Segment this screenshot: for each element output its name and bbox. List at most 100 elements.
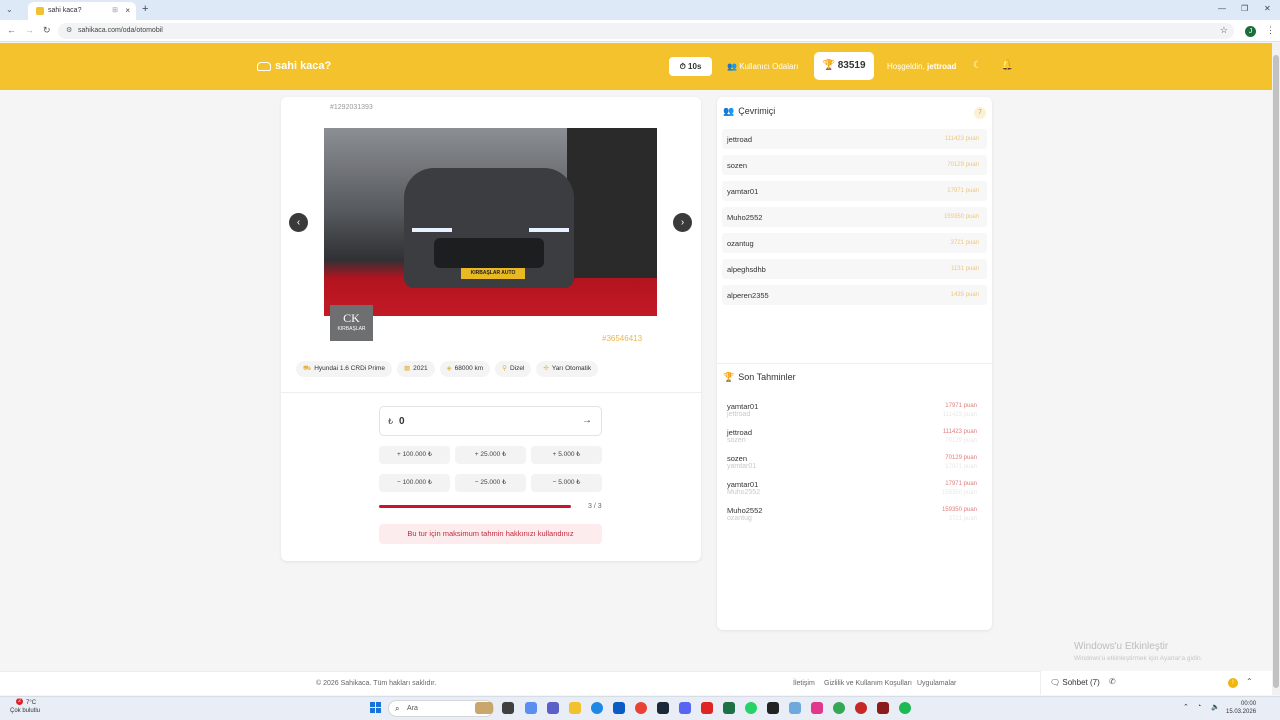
online-user-row[interactable]: ozantug 3721 puan [722,233,987,253]
browser-menu-icon[interactable]: ⋮ [1266,25,1275,36]
welcome-username[interactable]: jettroad [927,62,956,71]
back-button[interactable]: ← [7,25,16,35]
page-scrollbar[interactable] [1272,43,1280,695]
taskbar-app-spotify[interactable] [899,702,911,714]
listing-id: #1292031393 [330,104,373,111]
profile-avatar[interactable]: J [1245,26,1256,37]
new-tab-button[interactable]: + [142,3,148,15]
recent-guess-row: sozen 70129 puan yamtar01 17971 puan [722,450,987,470]
taskbar-app-widget[interactable] [475,702,493,714]
bookmark-star-icon[interactable]: ☆ [1220,25,1228,36]
weather-desc: Çok bulutlu [10,708,41,714]
phone-icon[interactable]: ✆ [1109,677,1116,686]
url-text: sahikaca.com/oda/otomobil [78,27,163,34]
next-photo-button[interactable]: › [673,213,692,232]
photo-plate: KIRBAŞLAR AUTO [461,268,525,279]
price-guess-input[interactable]: ₺ 0 → [379,406,602,436]
tray-volume-icon[interactable]: 🔈 [1211,703,1220,711]
taskbar-clock[interactable]: 00:00 15.03.2026 [1226,700,1256,716]
site-info-icon[interactable]: ⚙ [66,26,72,34]
tab-search-icon[interactable]: ⌄ [6,5,13,14]
online-user-row[interactable]: alperen2355 1435 puan [722,285,987,305]
taskbar-app-browser[interactable] [855,702,867,714]
online-user-row[interactable]: alpeghsdhb 1131 puan [722,259,987,279]
guess-username: Muho2552 [727,506,763,515]
taskbar-app-explorer[interactable] [569,702,581,714]
privacy-terms-link[interactable]: Gizlilik ve Kullanım Koşulları [824,680,912,687]
taskbar-app-teams[interactable] [547,702,559,714]
subtract-100000-button[interactable]: − 100.000 ₺ [379,474,450,492]
online-user-row[interactable]: yamtar01 17971 puan [722,181,987,201]
reload-button[interactable]: ↻ [43,25,51,36]
gauge-icon: ◈ [446,365,452,372]
chat-label[interactable]: 🗨 Sohbet (7) [1050,678,1100,687]
section-divider [717,363,992,364]
add-100000-button[interactable]: + 100.000 ₺ [379,446,450,464]
attempts-progress-bar [379,505,571,508]
weather-widget[interactable]: 2 7°C Çok bulutlu [10,698,41,715]
chevron-up-icon[interactable]: ⌃ [1246,677,1253,686]
chat-bar[interactable]: 🗨 Sohbet (7) ✆ ! ⌃ [1040,671,1272,695]
online-user-points: 1131 puan [951,266,979,272]
submit-guess-button[interactable]: → [582,415,592,426]
taskbar-app-discord[interactable] [679,702,691,714]
dealer-monogram: CK [343,311,360,325]
price-value[interactable]: 0 [399,416,405,427]
online-username: alperen2355 [727,291,769,300]
browser-tab[interactable]: sahi kaca? ⊞ × [28,2,136,20]
photo-wall [567,128,657,278]
forward-button[interactable]: → [25,25,34,35]
maximize-button[interactable]: ❐ [1241,4,1248,13]
taskbar-app-messenger[interactable] [811,702,823,714]
browser-tabbar: ⌄ sahi kaca? ⊞ × + — ❐ ✕ [0,0,1280,20]
contact-link[interactable]: İletişim [793,680,815,687]
add-5000-button[interactable]: + 5.000 ₺ [531,446,602,464]
scrollbar-thumb[interactable] [1273,55,1279,688]
online-user-row[interactable]: sozen 70129 puan [722,155,987,175]
taskbar-app-terminal[interactable] [767,702,779,714]
site-logo[interactable]: sahi kaca? [257,60,331,72]
taskbar-app-edge[interactable] [591,702,603,714]
taskbar-app-whatsapp[interactable] [745,702,757,714]
online-user-row[interactable]: jettroad 111423 puan [722,129,987,149]
taskbar-app-chrome-2[interactable] [833,702,845,714]
taskbar-app-tool[interactable] [789,702,801,714]
taskbar-app-youtube[interactable] [701,702,713,714]
activation-watermark-title: Windows'u Etkinleştir [1074,641,1169,652]
welcome-text: Hoşgeldin, jettroad [887,62,956,71]
tray-wifi-icon[interactable]: ◔ [1197,703,1201,710]
taskbar-app-excel[interactable] [723,702,735,714]
tray-chevron-icon[interactable]: ⌃ [1183,703,1189,711]
card-divider [281,392,701,393]
add-25000-button[interactable]: + 25.000 ₺ [455,446,526,464]
start-button[interactable] [370,702,381,713]
spec-chip: ⛟ Hyundai 1.6 CRDi Prime [296,361,392,377]
online-count-badge: 7 [974,107,986,119]
taskbar-app-copilot[interactable] [525,702,537,714]
subtract-5000-button[interactable]: − 5.000 ₺ [531,474,602,492]
subtract-25000-button[interactable]: − 25.000 ₺ [455,474,526,492]
online-user-points: 3721 puan [950,240,979,246]
listing-card: #1292031393 KIRBAŞLAR AUTO CK KIRBAŞLAR … [281,97,701,561]
dark-mode-icon[interactable]: ☾ [973,60,982,71]
taskbar-app-store[interactable] [613,702,625,714]
spec-chip: ◈ 68000 km [439,361,491,377]
photo-grille [434,238,544,268]
url-field[interactable]: ⚙ sahikaca.com/oda/otomobil ☆ [58,23,1234,39]
apps-link[interactable]: Uygulamalar [917,680,956,687]
taskbar-app-taskview[interactable] [502,702,514,714]
online-username: yamtar01 [727,187,759,196]
online-user-row[interactable]: Muho2552 159350 puan [722,207,987,227]
car-photo: KIRBAŞLAR AUTO [324,128,657,316]
taskbar-app-steam[interactable] [657,702,669,714]
close-window-button[interactable]: ✕ [1264,4,1271,13]
taskbar-app-game[interactable] [877,702,889,714]
close-tab-icon[interactable]: × [125,6,130,15]
prev-photo-button[interactable]: ‹ [289,213,308,232]
guess-points: 159350 puan [941,507,977,513]
user-rooms-link[interactable]: 👥 Kullanıcı Odaları [727,62,798,71]
copyright-text: © 2026 Sahikaca. Tüm hakları saklıdır. [316,680,437,687]
notification-bell-icon[interactable]: 🔔 [1001,60,1013,71]
minimize-button[interactable]: — [1218,4,1226,13]
taskbar-app-chrome[interactable] [635,702,647,714]
